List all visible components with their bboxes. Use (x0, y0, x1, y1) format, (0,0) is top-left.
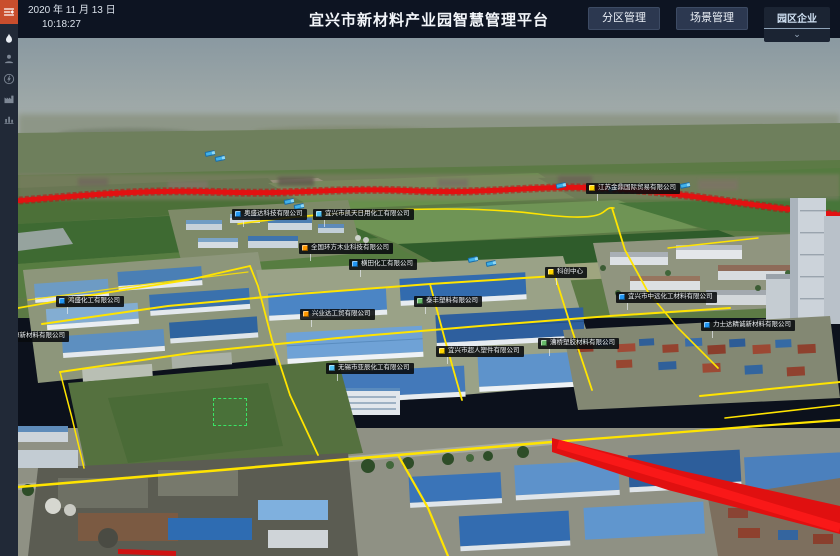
top-bar: 2020 年 11 月 13 日 10:18:27 宜兴市新材料产业园智慧管理平… (18, 0, 840, 38)
company-label-text: 奥盛达科技有限公司 (244, 211, 303, 218)
menu-toggle-button[interactable] (0, 0, 18, 24)
left-toolbar (0, 0, 18, 556)
company-marker-icon (302, 245, 308, 251)
company-label-text: 宜兴市凯天日用化工有限公司 (325, 211, 410, 218)
map-overlay: 奥盛达科技有限公司 宜兴市凯天日用化工有限公司全国环方木业科技有限公司横田化工有限… (18, 38, 840, 556)
app-window: 2020 年 11 月 13 日 10:18:27 宜兴市新材料产业园智慧管理平… (0, 0, 840, 556)
company-label-text: 兴业达工贸有限公司 (312, 311, 371, 318)
scene-management-button[interactable]: 场景管理 (676, 7, 748, 30)
company-label-text: 全国环方木业科技有限公司 (311, 245, 389, 252)
company-label-text: 江苏金鼎国际贸易有限公司 (598, 185, 676, 192)
company-label-text: 宜兴市超人塑件有限公司 (448, 348, 520, 355)
company-label[interactable]: 横田化工有限公司 (349, 259, 417, 270)
company-label[interactable]: 漕桥塑胶材料有限公司 (538, 338, 619, 349)
company-label-text: 力士达精诚新材料有限公司 (713, 322, 791, 329)
time-text: 10:18:27 (42, 19, 116, 31)
company-label-text: 科创中心 (557, 269, 583, 276)
company-marker-icon (59, 298, 65, 304)
company-label[interactable]: 奥盛达科技有限公司 (232, 209, 307, 220)
company-label[interactable]: 鸿盛化工有限公司 (56, 296, 124, 307)
company-label-text: 漕桥塑胶材料有限公司 (550, 340, 615, 347)
company-marker-icon (352, 261, 358, 267)
truck-icon[interactable] (205, 150, 216, 157)
date-text: 2020 年 11 月 13 日 (28, 5, 116, 17)
power-icon[interactable] (3, 73, 15, 85)
company-label[interactable]: 力士达精诚新材料有限公司 (701, 320, 795, 331)
zone-management-button[interactable]: 分区管理 (588, 7, 660, 30)
map-3d-viewport[interactable]: 奥盛达科技有限公司 宜兴市凯天日用化工有限公司全国环方木业科技有限公司横田化工有限… (18, 38, 840, 556)
datetime-display: 2020 年 11 月 13 日 10:18:27 (28, 5, 116, 31)
company-label[interactable]: 江苏金鼎国际贸易有限公司 (586, 183, 680, 194)
factory-icon[interactable] (3, 93, 15, 105)
dropdown-label: 园区企业 (764, 7, 830, 29)
company-label[interactable]: 宜兴市中远化工材料有限公司 (616, 292, 717, 303)
company-marker-icon (619, 294, 625, 300)
menu-icon (3, 6, 15, 18)
company-marker-icon (417, 298, 423, 304)
company-label-text: 兴达源新材料有限公司 (18, 333, 65, 340)
truck-icon[interactable] (468, 256, 479, 263)
company-label[interactable]: 全国环方木业科技有限公司 (299, 243, 393, 254)
company-label[interactable]: 兴业达工贸有限公司 (300, 309, 375, 320)
company-marker-icon (303, 311, 309, 317)
truck-icon[interactable] (284, 198, 295, 205)
selection-box (213, 398, 247, 426)
company-marker-icon (316, 211, 322, 217)
chart-icon[interactable] (3, 113, 15, 125)
company-marker-icon (704, 322, 710, 328)
company-label[interactable]: 宜兴市超人塑件有限公司 (436, 346, 524, 357)
company-label[interactable]: 科创中心 (545, 267, 587, 278)
company-marker-icon (329, 365, 335, 371)
truck-icon[interactable] (556, 182, 567, 189)
worker-icon[interactable] (3, 53, 15, 65)
company-label[interactable]: 兴达源新材料有限公司 (18, 331, 69, 342)
truck-icon[interactable] (680, 182, 691, 189)
company-label-text: 横田化工有限公司 (361, 261, 413, 268)
truck-icon[interactable] (486, 260, 497, 267)
company-label-text: 无锡市亚辰化工有限公司 (338, 365, 410, 372)
company-label[interactable]: 泰丰塑料有限公司 (414, 296, 482, 307)
chevron-down-icon: ⌄ (764, 29, 830, 42)
company-label-text: 宜兴市中远化工材料有限公司 (628, 294, 713, 301)
company-label-text: 鸿盛化工有限公司 (68, 298, 120, 305)
truck-icon[interactable] (215, 155, 226, 162)
park-enterprise-dropdown[interactable]: 园区企业 ⌄ (764, 7, 830, 42)
company-marker-icon (589, 185, 595, 191)
company-marker-icon (548, 269, 554, 275)
company-marker-icon (541, 340, 547, 346)
company-label[interactable]: 无锡市亚辰化工有限公司 (326, 363, 414, 374)
company-label-text: 泰丰塑料有限公司 (426, 298, 478, 305)
company-marker-icon (235, 211, 241, 217)
fire-icon[interactable] (3, 33, 15, 45)
company-marker-icon (439, 348, 445, 354)
company-label[interactable]: 宜兴市凯天日用化工有限公司 (313, 209, 414, 220)
